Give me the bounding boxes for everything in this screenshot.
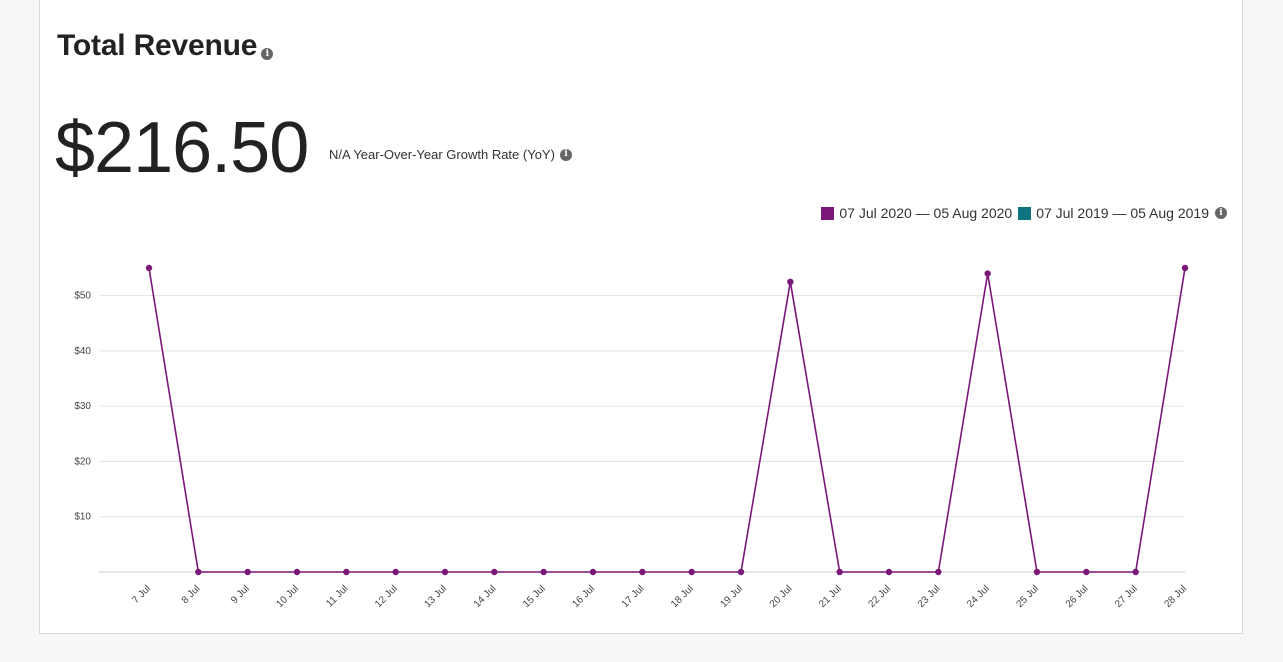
- x-tick-label: 17 Jul: [620, 583, 647, 610]
- x-tick-label: 24 Jul: [965, 583, 992, 610]
- data-point: [1033, 568, 1041, 576]
- x-tick-label: 11 Jul: [324, 583, 350, 609]
- data-point: [1083, 568, 1090, 576]
- y-tick-label: $10: [74, 512, 91, 523]
- data-point: [1181, 264, 1189, 272]
- data-point: [441, 568, 449, 576]
- data-point: [984, 270, 991, 277]
- x-tick-label: 21 Jul: [817, 583, 844, 610]
- x-tick-label: 27 Jul: [1113, 583, 1140, 610]
- x-tick-label: 28 Jul: [1162, 583, 1189, 610]
- data-point: [195, 568, 202, 576]
- x-tick-label: 25 Jul: [1014, 583, 1041, 610]
- x-tick-label: 19 Jul: [718, 583, 745, 610]
- y-tick-label: $40: [74, 346, 91, 357]
- x-tick-label: 9 Jul: [229, 583, 252, 606]
- data-point: [145, 264, 153, 272]
- y-tick-label: $30: [74, 401, 91, 412]
- x-tick-label: 15 Jul: [521, 583, 548, 610]
- x-tick-label: 22 Jul: [866, 583, 893, 610]
- revenue-line-chart: $10 $20 $30 $40 $50 7 Jul 8 Jul 9 Jul 10 Jul 11 J…: [74, 264, 1189, 610]
- data-point: [491, 568, 498, 576]
- data-point: [836, 568, 843, 576]
- data-point: [639, 568, 646, 576]
- x-tick-label: 7 Jul: [130, 583, 153, 606]
- data-point: [540, 568, 547, 576]
- x-tick-label: 23 Jul: [916, 583, 943, 610]
- data-point: [885, 568, 893, 576]
- x-tick-label: 10 Jul: [274, 583, 301, 610]
- x-tick-label: 14 Jul: [472, 583, 499, 610]
- data-point: [688, 568, 695, 576]
- x-tick-label: 12 Jul: [373, 583, 400, 610]
- series-line: [148, 267, 1186, 573]
- y-tick-label: $50: [74, 291, 91, 302]
- data-point: [392, 568, 399, 576]
- x-tick-label: 16 Jul: [570, 583, 597, 610]
- data-point: [737, 568, 745, 576]
- x-tick-label: 20 Jul: [768, 583, 795, 610]
- x-tick-label: 13 Jul: [422, 583, 449, 610]
- x-tick-label: 26 Jul: [1064, 583, 1091, 610]
- data-point: [343, 568, 350, 576]
- y-tick-label: $20: [74, 456, 91, 467]
- total-revenue-card: Total Revenue i $216.50 N/A Year-Over-Ye…: [39, 0, 1243, 634]
- x-tick-label: 8 Jul: [180, 583, 203, 606]
- x-tick-label: 18 Jul: [669, 583, 696, 610]
- data-point: [935, 568, 942, 576]
- data-point: [244, 568, 251, 576]
- data-point: [589, 568, 597, 576]
- data-point: [1132, 568, 1139, 576]
- data-point: [787, 278, 794, 286]
- data-point: [293, 568, 301, 576]
